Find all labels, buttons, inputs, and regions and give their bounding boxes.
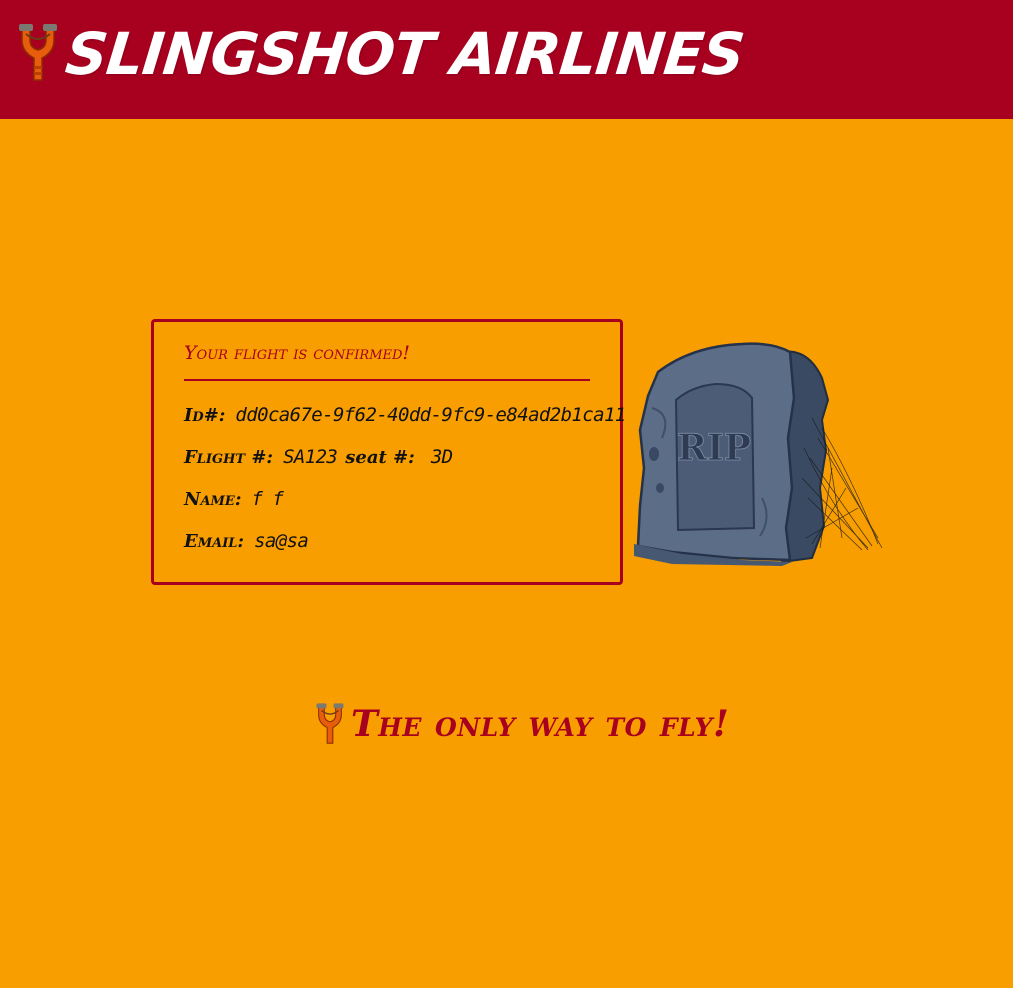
flight-value: SA123: [283, 446, 338, 468]
booking-id-value: dd0ca67e-9f62-40dd-9fc9-e84ad2b1ca11: [235, 404, 626, 426]
flight-row: Flight #: SA123 seat #: 3D: [184, 446, 463, 468]
first-name-value: f: [251, 488, 263, 510]
slogan-text: The only way to fly!: [351, 703, 730, 745]
tombstone-icon: RIP: [634, 342, 883, 566]
footer-tagline: The only way to fly!: [313, 696, 733, 752]
name-row: Name: f f: [184, 488, 293, 510]
confirmation-title: Your flight is confirmed!: [184, 342, 411, 364]
brand-title[interactable]: Slingshot Airlines: [62, 14, 748, 94]
email-value: sa@sa: [254, 530, 309, 552]
flight-label: Flight #:: [184, 447, 274, 468]
email-label: Email:: [184, 531, 245, 552]
booking-id-label: Id#:: [184, 405, 226, 426]
email-row: Email: sa@sa: [184, 530, 318, 552]
name-label: Name:: [184, 489, 242, 510]
slingshot-icon: [19, 24, 57, 81]
slingshot-icon: [316, 703, 344, 744]
last-name-value: f: [272, 488, 284, 510]
confirmation-card: Your flight is confirmed! Id#: dd0ca67e-…: [151, 319, 626, 585]
booking-id-row: Id#: dd0ca67e-9f62-40dd-9fc9-e84ad2b1ca1…: [184, 404, 636, 426]
divider: [184, 379, 590, 381]
seat-label: seat #:: [345, 447, 415, 468]
site-header: Slingshot Airlines: [0, 0, 1013, 119]
seat-value: 3D: [430, 446, 453, 468]
rip-text: RIP: [677, 427, 751, 469]
